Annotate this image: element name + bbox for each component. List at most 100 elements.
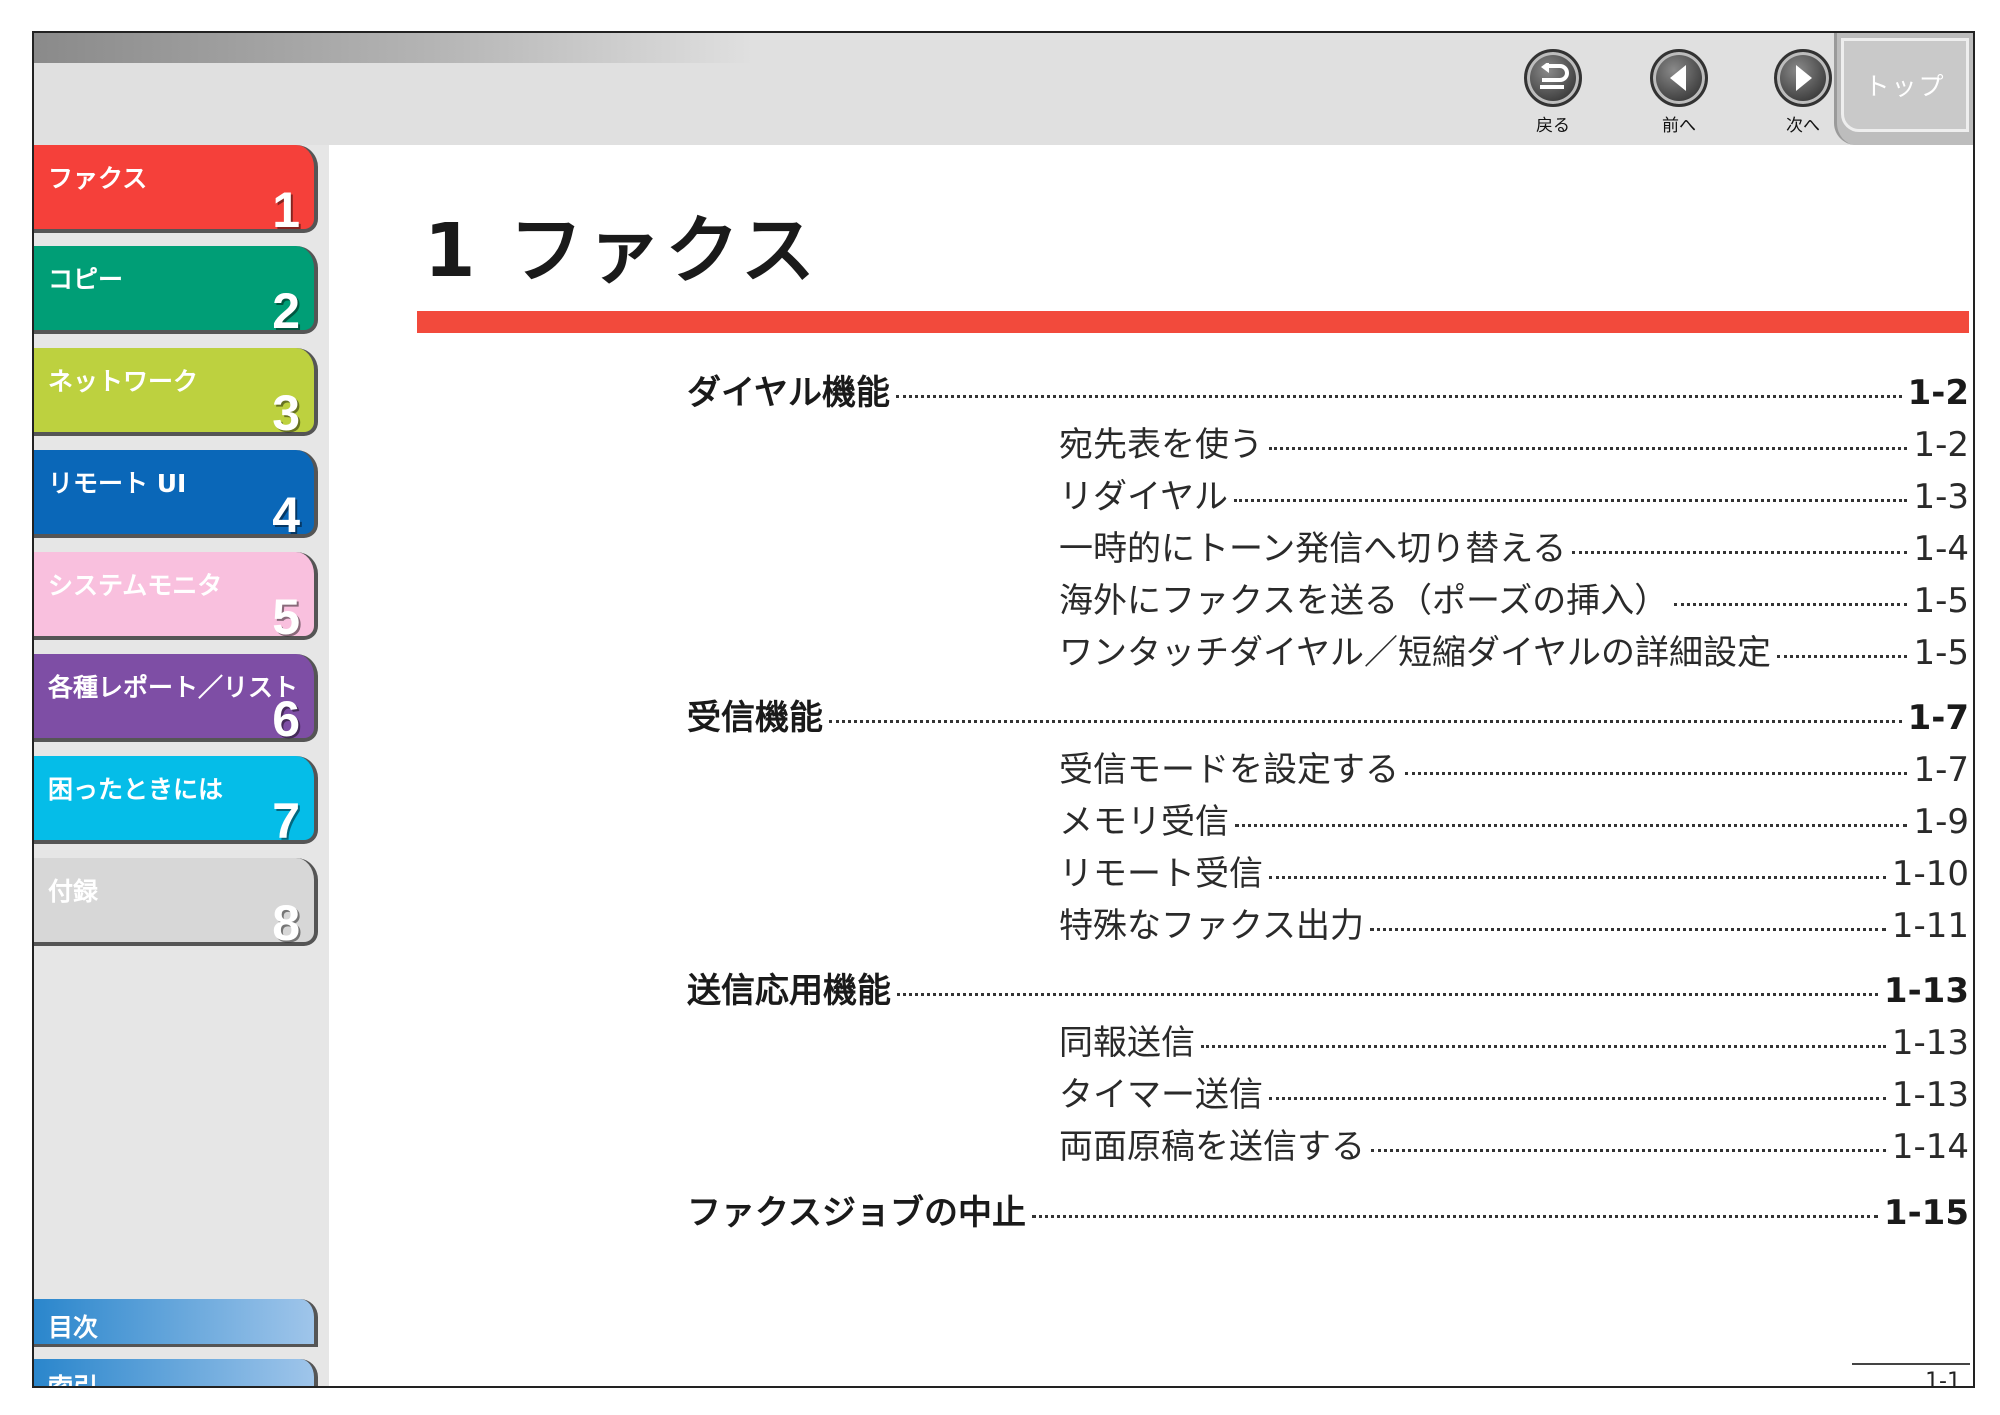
toc-leader [1031, 1215, 1878, 1218]
toc-page-number: 1-13 [1883, 971, 1969, 1011]
toc-page-number: 1-7 [1907, 698, 1969, 738]
toc-entry-text: リモート受信 [1059, 854, 1263, 894]
chapter-tab-label: 付録 [48, 877, 99, 906]
toc-entry-text: メモリ受信 [1059, 802, 1229, 842]
index-tab[interactable]: 索引 [34, 1359, 318, 1386]
back-label: 戻る [1536, 116, 1570, 136]
toc-section[interactable]: 受信機能 1-7 [687, 690, 1969, 739]
toc-entry-text: ダイヤル機能 [687, 373, 890, 413]
toc-page-number: 1-11 [1891, 906, 1969, 946]
contents-tab-label: 目次 [48, 1313, 99, 1342]
next-label: 次へ [1786, 116, 1820, 136]
previous-button[interactable]: 前へ [1634, 49, 1724, 137]
chapter-tab-number: 8 [272, 895, 300, 951]
toc-page-number: 1-15 [1883, 1193, 1969, 1233]
chapter-tab-label: 各種レポート／リスト [48, 673, 299, 702]
toc-subentry[interactable]: 一時的にトーン発信へ切り替える 1-4 [1059, 521, 1969, 570]
page-number-rule [1852, 1363, 1970, 1365]
top-page-tab[interactable]: トップ [1834, 33, 1973, 145]
header-bar: 戻る 前へ 次へ トップ [34, 33, 1973, 145]
toc-entry-text: 送信応用機能 [687, 971, 891, 1011]
chapter-tab-number: 1 [272, 182, 300, 238]
chapter-tab-label: コピー [48, 265, 124, 294]
toc-subentry[interactable]: リモート受信 1-10 [1059, 846, 1969, 895]
toc-leader [1405, 772, 1908, 775]
toc-subentry[interactable]: リダイヤル 1-3 [1059, 469, 1969, 518]
toc-leader [1235, 824, 1908, 827]
toc-subentry[interactable]: ワンタッチダイヤル／短縮ダイヤルの詳細設定 1-5 [1059, 625, 1969, 674]
toc-page-number: 1-2 [1907, 373, 1969, 413]
page-title: 1 ファクス [424, 208, 820, 294]
toc-section[interactable]: 送信応用機能 1-13 [687, 963, 1969, 1012]
toc-leader [1776, 655, 1908, 658]
toc-leader [1674, 603, 1908, 606]
toc-entry-text: 受信機能 [687, 698, 823, 738]
toc-section[interactable]: ダイヤル機能 1-2 [687, 365, 1969, 414]
chapter-tab-label: システムモニタ [48, 571, 223, 600]
toc-leader [895, 395, 1902, 398]
toc-entry-text: 両面原稿を送信する [1059, 1127, 1365, 1167]
chapter-tab-number: 3 [272, 385, 300, 441]
toc-entry-text: タイマー送信 [1059, 1075, 1263, 1115]
toc-subentry[interactable]: メモリ受信 1-9 [1059, 794, 1969, 843]
chapter-tab-5[interactable]: システムモニタ 5 [34, 552, 328, 650]
toc-page-number: 1-13 [1891, 1023, 1969, 1063]
header-gradient-strip [34, 33, 754, 63]
toc-entry-text: 一時的にトーン発信へ切り替える [1059, 529, 1567, 569]
title-underline [417, 311, 1969, 333]
chapter-tab-3[interactable]: ネットワーク 3 [34, 348, 328, 446]
toc-leader [1233, 499, 1908, 502]
toc-entry-text: 受信モードを設定する [1059, 750, 1399, 790]
chapter-tab-4[interactable]: リモート UI 4 [34, 450, 328, 548]
document-frame: 戻る 前へ 次へ トップ ファクス 1 コピー 2 ネットワーク 3 リモート … [32, 31, 1975, 1388]
toc-entry-text: ファクスジョブの中止 [687, 1193, 1026, 1233]
chapter-tab-number: 5 [272, 589, 300, 645]
toc-page-number: 1-3 [1913, 477, 1969, 517]
toc-entry-text: 同報送信 [1059, 1023, 1195, 1063]
contents-tab[interactable]: 目次 [34, 1299, 318, 1349]
chapter-tab-number: 4 [272, 487, 300, 543]
chapter-tab-7[interactable]: 困ったときには 7 [34, 756, 328, 854]
toc-subentry[interactable]: 受信モードを設定する 1-7 [1059, 742, 1969, 791]
toc-leader [897, 993, 1878, 996]
toc-leader [1371, 1149, 1886, 1152]
chapter-tab-number: 7 [272, 793, 300, 849]
toc-leader [1201, 1045, 1886, 1048]
chapter-tab-6[interactable]: 各種レポート／リスト 6 [34, 654, 328, 752]
triangle-left-icon [1650, 49, 1708, 107]
toc-page-number: 1-14 [1891, 1127, 1969, 1167]
toc-entry-text: リダイヤル [1059, 477, 1228, 517]
main-content: 1 ファクス ダイヤル機能 1-2 宛先表を使う 1-2 リダイヤル 1-3 一時的に… [329, 145, 1973, 1388]
back-button[interactable]: 戻る [1508, 49, 1598, 137]
toc-leader [1269, 447, 1908, 450]
toc-entry-text: 宛先表を使う [1059, 425, 1263, 465]
chapter-tab-1[interactable]: ファクス 1 [34, 145, 328, 243]
page-number: 1-1 [1925, 1369, 1961, 1388]
toc-subentry[interactable]: タイマー送信 1-13 [1059, 1067, 1969, 1116]
toc-entry-text: ワンタッチダイヤル／短縮ダイヤルの詳細設定 [1059, 633, 1771, 673]
toc-page-number: 1-4 [1913, 529, 1969, 569]
toc-subentry[interactable]: 両面原稿を送信する 1-14 [1059, 1119, 1969, 1168]
toc-section[interactable]: ファクスジョブの中止 1-15 [687, 1185, 1969, 1234]
toc-entry-text: 特殊なファクス出力 [1059, 906, 1364, 946]
toc-leader [1369, 928, 1886, 931]
toc-subentry[interactable]: 宛先表を使う 1-2 [1059, 417, 1969, 466]
toc-leader [1572, 551, 1908, 554]
toc-page-number: 1-5 [1913, 581, 1969, 621]
chapter-tab-number: 6 [272, 691, 300, 747]
top-page-label: トップ [1841, 38, 1969, 132]
toc-leader [1269, 1097, 1886, 1100]
previous-label: 前へ [1662, 116, 1696, 136]
toc-page-number: 1-5 [1913, 633, 1969, 673]
chapter-tab-label: リモート UI [48, 469, 187, 498]
toc-subentry[interactable]: 海外にファクスを送る（ポーズの挿入） 1-5 [1059, 573, 1969, 622]
chapter-tab-8[interactable]: 付録 8 [34, 858, 328, 956]
chapter-tab-2[interactable]: コピー 2 [34, 246, 328, 344]
toc-leader [829, 720, 1902, 723]
toc-leader [1269, 876, 1886, 879]
chapter-tab-label: ネットワーク [48, 367, 199, 396]
toc-subentry[interactable]: 同報送信 1-13 [1059, 1015, 1969, 1064]
back-arrow-icon [1524, 49, 1582, 107]
toc-page-number: 1-10 [1891, 854, 1969, 894]
toc-subentry[interactable]: 特殊なファクス出力 1-11 [1059, 898, 1969, 947]
